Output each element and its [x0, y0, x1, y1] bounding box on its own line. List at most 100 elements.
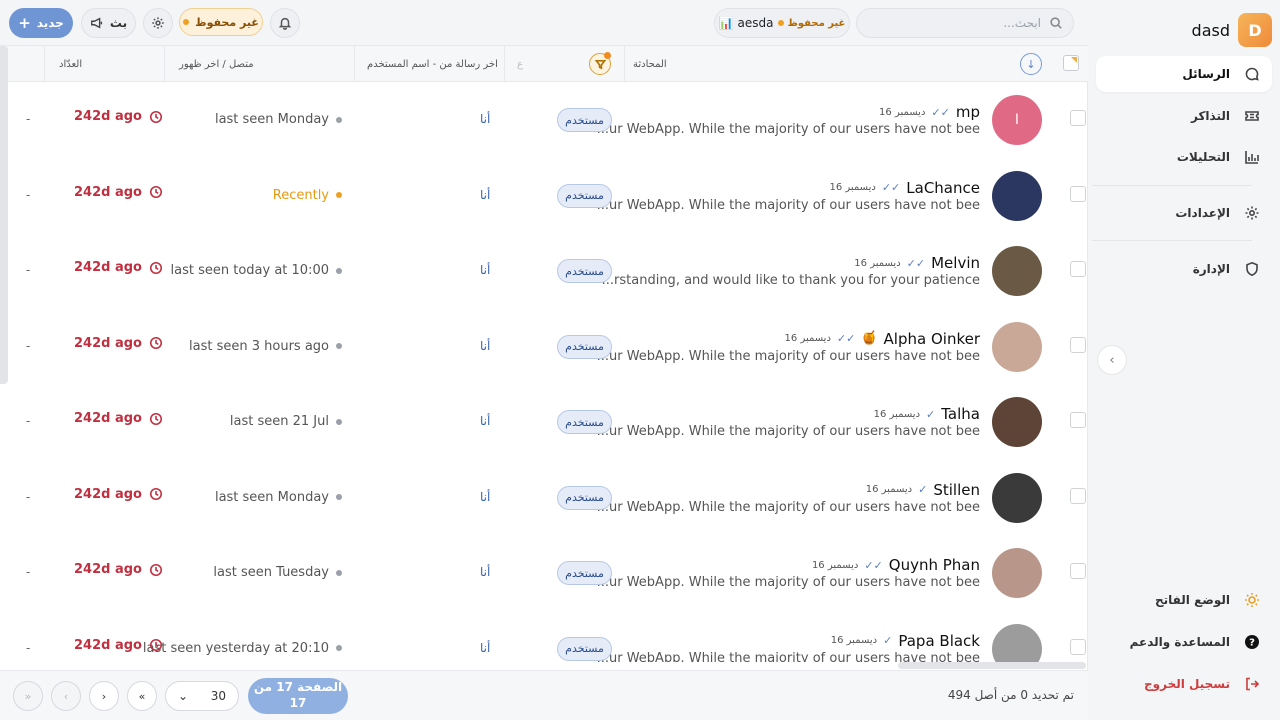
row-checkbox[interactable]: [1070, 185, 1086, 202]
settings-button[interactable]: [143, 8, 173, 38]
table-row[interactable]: Talha ✓ 16 ديسمبر ...ur WebApp. While th…: [8, 384, 1088, 460]
table-row[interactable]: ا mp ✓✓ 16 ديسمبر ...ur WebApp. While th…: [8, 82, 1088, 158]
counter-value: 242d ago: [74, 411, 142, 426]
table-row[interactable]: Stillen ✓ 16 ديسمبر ...ur WebApp. While …: [8, 460, 1088, 536]
user-badge[interactable]: مستخدم: [557, 259, 612, 283]
status-text: last seen 3 hours ago: [189, 338, 329, 354]
main-panel: 📊 aesda غير محفوظ غير محفوظ بث + جديد ↓ …: [0, 0, 1088, 720]
sidebar-item-admin[interactable]: الإدارة: [1096, 251, 1272, 287]
analytics-icon: 📊: [718, 16, 734, 30]
online-status: last seen today at 10:00: [171, 263, 342, 278]
broadcast-button[interactable]: بث: [81, 8, 136, 38]
chevron-left-icon: ‹: [63, 689, 69, 703]
user-badge[interactable]: مستخدم: [557, 183, 612, 208]
contact-line: mp ✓✓ 16 ديسمبر: [879, 103, 980, 121]
notifications-button[interactable]: [270, 8, 300, 38]
vertical-scrollbar[interactable]: [0, 46, 8, 384]
row-checkbox[interactable]: [1070, 261, 1086, 277]
contact-name: Quynh Phan: [888, 556, 980, 574]
last-page-button[interactable]: »: [13, 681, 43, 711]
user-badge[interactable]: مستخدم: [557, 108, 612, 132]
row-checkbox[interactable]: [1070, 336, 1086, 353]
user-badge[interactable]: مستخدم: [557, 636, 612, 661]
row-extra: -: [26, 263, 31, 277]
avatar: [992, 321, 1042, 372]
user-badge[interactable]: مستخدم: [557, 334, 612, 359]
header-label: متصل / اخر ظهور: [179, 58, 254, 70]
last-message-from: أنا: [480, 489, 491, 504]
user-badge[interactable]: مستخدم: [557, 410, 612, 434]
contact-name: Papa Black: [898, 631, 980, 650]
new-button[interactable]: + جديد: [9, 8, 73, 38]
next-page-button[interactable]: ‹: [51, 681, 81, 711]
online-status: last seen Monday: [215, 490, 342, 505]
row-checkbox[interactable]: [1070, 110, 1086, 126]
row-checkbox[interactable]: [1070, 487, 1086, 504]
sidebar-item-messages[interactable]: الرسائل: [1096, 56, 1272, 92]
brand[interactable]: D dasd: [1192, 13, 1272, 47]
sidebar-item-tickets[interactable]: التذاكر: [1096, 98, 1272, 134]
chevron-left-icon: ‹: [1109, 352, 1115, 368]
contact-line: Papa Black ✓ 16 ديسمبر: [831, 632, 980, 650]
avatar: ا: [992, 95, 1042, 145]
read-ticks-icon: ✓✓: [906, 256, 926, 270]
message-preview: ...ur WebApp. While the majority of our …: [596, 122, 980, 137]
sidebar-item-light-mode[interactable]: الوضع الفاتح: [1096, 582, 1272, 618]
sidebar-item-help[interactable]: ? المساعدة والدعم: [1096, 624, 1272, 660]
status-dot: [777, 20, 784, 26]
row-checkbox[interactable]: [1070, 412, 1086, 428]
sidebar-item-label: التذاكر: [1190, 109, 1230, 123]
sidebar-item-logout[interactable]: تسجيل الخروج: [1096, 666, 1272, 702]
per-page-select[interactable]: ⌄ 30: [165, 681, 239, 711]
search-box[interactable]: [856, 8, 1074, 38]
sidebar-item-settings[interactable]: الإعدادات: [1096, 195, 1272, 231]
row-checkbox[interactable]: [1070, 563, 1086, 579]
sidebar-item-analytics[interactable]: التحليلات: [1096, 139, 1272, 175]
clock-icon: [149, 336, 163, 350]
status-dot: [336, 267, 342, 274]
header-online-status[interactable]: متصل / اخر ظهور: [164, 46, 354, 82]
clock-icon: [149, 563, 163, 576]
status-dot: [336, 192, 342, 198]
avatar: [992, 623, 1042, 662]
workspace-chip[interactable]: 📊 aesda غير محفوظ: [714, 8, 850, 38]
clock-icon: [149, 638, 163, 652]
row-extra: -: [26, 187, 31, 202]
counter-value: 242d ago: [74, 260, 142, 275]
table-row[interactable]: Melvin ✓✓ 16 ديسمبر ...rstanding, and wo…: [8, 233, 1088, 309]
header-last-message-from[interactable]: اخر رسالة من - اسم المستخدم: [354, 46, 504, 82]
user-badge[interactable]: مستخدم: [557, 561, 612, 585]
clock-icon: [149, 412, 163, 425]
chat-icon: [1245, 67, 1259, 81]
table-row[interactable]: LaChance ✓✓ 16 ديسمبر ...ur WebApp. Whil…: [8, 158, 1088, 234]
header-conversation[interactable]: المحادثة: [624, 46, 1058, 82]
header-label: العدّاد: [59, 58, 83, 70]
message-date: 16 ديسمبر: [830, 635, 878, 646]
table-row[interactable]: Papa Black ✓ 16 ديسمبر ...ur WebApp. Whi…: [8, 611, 1088, 662]
table-header: ↓ المحادثة ع اخر رسالة من - اسم المستخدم…: [0, 46, 1088, 82]
prev-page-button[interactable]: ›: [89, 681, 119, 711]
contact-name: Alpha Oinker: [883, 329, 980, 348]
search-input[interactable]: [871, 16, 1041, 30]
header-counter[interactable]: العدّاد: [44, 46, 164, 82]
collapse-sidebar-button[interactable]: ‹: [1097, 345, 1127, 375]
online-status: last seen 3 hours ago: [189, 339, 342, 354]
contact-name: mp: [955, 103, 980, 121]
table-row[interactable]: Alpha Oinker 🍯 ✓✓ 16 ديسمبر ...ur WebApp…: [8, 309, 1088, 385]
contact-line: Melvin ✓✓ 16 ديسمبر: [854, 254, 980, 272]
select-all-checkbox[interactable]: [1063, 55, 1079, 71]
svg-text:?: ?: [1249, 638, 1255, 649]
avatar: [992, 170, 1042, 221]
row-checkbox[interactable]: [1070, 638, 1086, 655]
first-page-button[interactable]: «: [127, 681, 157, 711]
contact-line: LaChance ✓✓ 16 ديسمبر: [829, 179, 980, 197]
counter: 242d ago: [74, 562, 163, 577]
user-badge[interactable]: مستخدم: [557, 485, 612, 510]
table-row[interactable]: Quynh Phan ✓✓ 16 ديسمبر ...ur WebApp. Wh…: [8, 535, 1088, 611]
counter-value: 242d ago: [74, 486, 142, 502]
chevron-down-icon: ⌄: [178, 689, 189, 703]
status-text: last seen yesterday at 20:10: [142, 640, 329, 656]
unsaved-chip[interactable]: غير محفوظ: [179, 8, 263, 36]
horizontal-scrollbar[interactable]: [898, 662, 1086, 669]
sidebar-item-label: التحليلات: [1176, 150, 1230, 164]
